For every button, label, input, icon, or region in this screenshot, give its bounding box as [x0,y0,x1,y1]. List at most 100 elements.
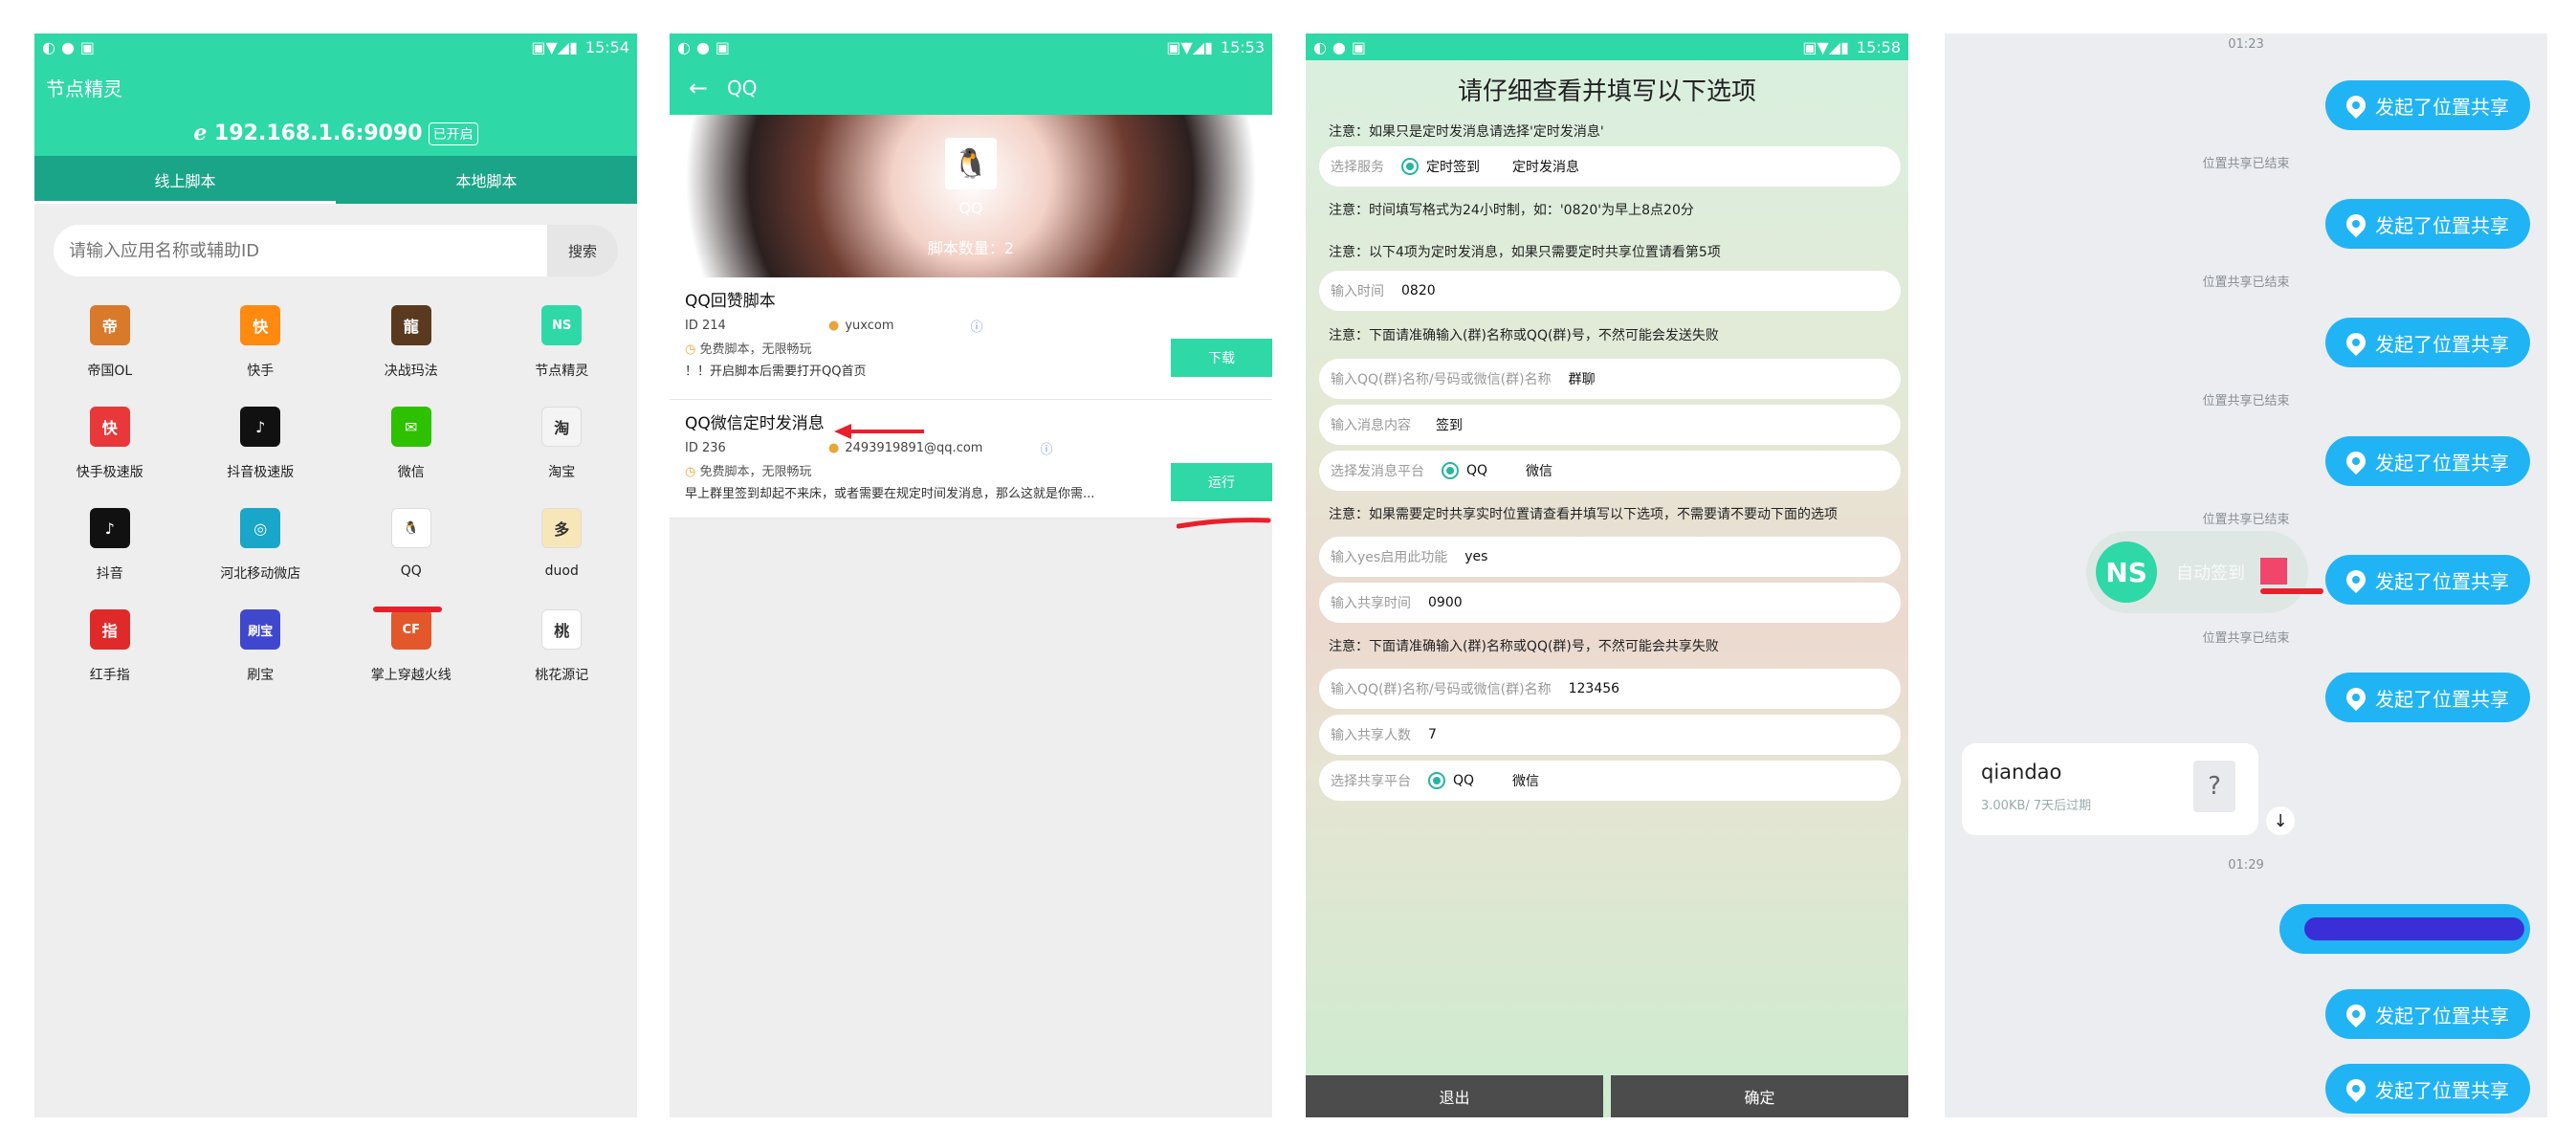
app-item[interactable]: NS 节点精灵 [487,305,638,407]
app-item[interactable]: 快快手 [186,305,337,407]
red-arrow-annotation [834,424,924,439]
tab-local-scripts[interactable]: 本地脚本 [336,156,637,204]
info-icon[interactable]: ⓘ [1040,439,1052,457]
location-share-bubble[interactable]: 发起了位置共享 [2325,555,2530,605]
app-item[interactable]: 刷宝 刷宝 [186,609,337,711]
run-button[interactable]: 运行 [1171,463,1272,501]
file-message[interactable]: qiandao 3.00KB/ 7天后过期 ? [1962,743,2258,835]
search-bar: 搜索 [54,225,618,276]
download-icon[interactable]: ↓ [2266,806,2295,835]
app-item[interactable]: CF 掌上穿越火线 [336,609,487,711]
app-name: 抖音 [96,566,123,582]
radio-send-msg[interactable]: 定时发消息 [1512,157,1579,176]
radio-qq[interactable]: QQ [1442,462,1487,479]
app-item[interactable]: 龍决战玛法 [336,305,487,407]
app-item[interactable]: 🐧 QQ [336,508,487,609]
location-share-text: 发起了位置共享 [2375,569,2509,593]
ie-icon: ℯ [193,121,215,145]
confirm-button[interactable]: 确定 [1611,1075,1908,1117]
target-field[interactable]: 输入QQ(群)名称/号码或微信(群)名称 群聊 [1319,359,1901,399]
app-name: 快手极速版 [76,465,143,480]
radio-checked-icon [1428,772,1445,789]
app-name: 决战玛法 [384,364,438,379]
location-share-bubble[interactable]: 发起了位置共享 [2325,989,2530,1039]
hero-banner: 🐧 QQ 脚本数量：2 [670,115,1272,277]
file-name: qiandao [1981,761,2062,784]
radio-wechat[interactable]: 微信 [1512,771,1539,790]
app-item[interactable]: ♪ 抖音极速版 [186,407,337,508]
search-input[interactable] [54,225,547,276]
app-item[interactable]: 快快手极速版 [34,407,186,508]
app-item[interactable]: ✉ 微信 [336,407,487,508]
timestamp: 01:23 [2228,37,2264,52]
app-name: 红手指 [89,668,130,683]
location-share-bubble[interactable]: 发起了位置共享 [2325,80,2530,130]
clock-icon: ◷ [685,465,700,479]
location-share-text: 发起了位置共享 [2375,1004,2509,1027]
script-desc: 早上群里签到却起不来床，或者需要在规定时间发消息，那么这就是你需... [685,487,1095,501]
share-time-field[interactable]: 输入共享时间 0900 [1319,583,1901,623]
app-name: 刷宝 [247,668,275,683]
redacted-message[interactable] [2279,904,2530,954]
app-item[interactable]: 指红手指 [34,609,186,711]
script-id: ID 236 [685,441,726,455]
note-text: 注意：下面请准确输入(群)名称或QQ(群)号，不然可能会共享失败 [1329,639,1719,654]
location-share-bubble[interactable]: 发起了位置共享 [2325,318,2530,367]
stop-button[interactable] [2260,558,2287,585]
location-share-bubble[interactable]: 发起了位置共享 [2325,199,2530,249]
location-share-text: 发起了位置共享 [2375,1078,2509,1102]
status-bar: ◐●▣ ▣▼◢▮ 15:54 [34,33,637,60]
tab-online-scripts[interactable]: 线上脚本 [34,156,336,204]
enable-field[interactable]: 输入yes启用此功能 yes [1319,537,1901,577]
hebei-mobile-icon: ◎ [240,508,281,548]
message-field[interactable]: 输入消息内容 签到 [1319,405,1901,445]
app-name: 抖音极速版 [227,465,295,480]
location-share-bubble[interactable]: 发起了位置共享 [2325,673,2530,722]
app-item[interactable]: 淘淘宝 [487,407,638,508]
app-item[interactable]: 多 duod [487,508,638,609]
shuabao-icon: 刷宝 [240,609,281,650]
info-icon[interactable]: ⓘ [971,317,983,335]
redfinger-icon: 指 [89,609,130,650]
app-item[interactable]: ◎ 河北移动微店 [186,508,337,609]
share-count-field[interactable]: 输入共享人数 7 [1319,715,1901,755]
note-text: 注意：如果只是定时发消息请选择'定时发消息' [1329,124,1604,140]
share-target-field[interactable]: 输入QQ(群)名称/号码或微信(群)名称 123456 [1319,669,1901,709]
app-item[interactable]: 帝帝国OL [34,305,186,407]
back-arrow-icon[interactable]: ← [670,75,727,101]
red-underline-annotation [2260,588,2323,594]
search-button[interactable]: 搜索 [547,225,618,276]
app-item[interactable]: ♪ 抖音 [34,508,186,609]
note-text: 注意：如果需要定时共享实时位置请查看并填写以下选项，不需要请不要动下面的选项 [1329,507,1838,522]
tab-bar: 线上脚本 本地脚本 [34,156,637,204]
location-share-bubble[interactable]: 发起了位置共享 [2325,1064,2530,1114]
status-badge: 已开启 [428,122,478,145]
app-name: 桃花源记 [535,668,589,683]
location-pin-icon [2342,565,2370,594]
floating-widget[interactable]: NS 自动签到 [2086,531,2308,613]
radio-checkin[interactable]: 定时签到 [1401,157,1480,176]
app-header: 节点精灵 ℯ 192.168.1.6:9090 已开启 [34,60,637,156]
script-card[interactable]: QQ微信定时发消息 ID 236 ● 2493919891@qq.com ⓘ ◷ 免费… [670,400,1272,519]
kuaishou-icon: 快 [240,305,281,345]
ip-address: ℯ 192.168.1.6:9090 已开启 [34,121,637,145]
footer-buttons: 退出 确定 [1306,1075,1908,1117]
script-desc: ！！开启脚本后需要打开QQ首页 [685,364,867,379]
location-share-bubble[interactable]: 发起了位置共享 [2325,436,2530,486]
script-card[interactable]: QQ回赞脚本 ID 214 ● yuxcom ⓘ ◷ 免费脚本，无限畅玩 ！！开启脚本… [670,277,1272,400]
share-platform-select: 选择共享平台 QQ 微信 [1319,761,1901,801]
time-field[interactable]: 输入时间 0820 [1319,271,1901,311]
script-author: 2493919891@qq.com [845,441,983,455]
page-title: QQ [727,76,758,99]
download-button[interactable]: 下载 [1171,339,1272,377]
exit-button[interactable]: 退出 [1306,1075,1603,1117]
script-id: ID 214 [685,319,726,333]
app-name: 淘宝 [548,465,576,480]
note-text: 注意：时间填写格式为24小时制，如：'0820'为早上8点20分 [1329,203,1694,218]
red-underline-annotation [1177,518,1271,529]
note-text: 注意：下面请准确输入(群)名称或QQ(群)号，不然可能会发送失败 [1329,328,1719,343]
juezhan-mafa-icon: 龍 [390,305,431,345]
radio-wechat[interactable]: 微信 [1526,461,1552,480]
app-item[interactable]: 桃桃花源记 [487,609,638,711]
radio-qq[interactable]: QQ [1428,772,1474,789]
